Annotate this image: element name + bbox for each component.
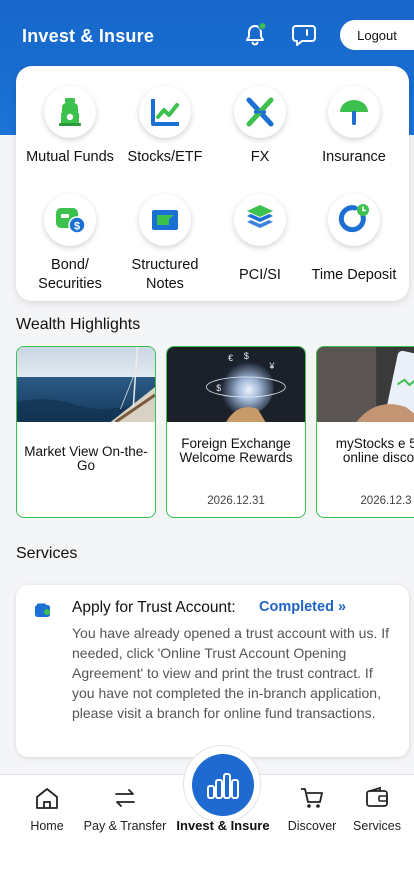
- svg-text:$: $: [244, 351, 249, 361]
- product-bond-securities[interactable]: $ Bond/ Securities: [22, 194, 118, 294]
- nav-label: Pay & Transfer: [83, 819, 167, 833]
- services-title: Services: [16, 545, 78, 562]
- bar-chart-icon: [192, 754, 254, 816]
- product-stocks-etf[interactable]: Stocks/ETF: [117, 86, 213, 167]
- wealth-card[interactable]: myStocks e 50% online discoun 2026.12.3: [316, 346, 414, 518]
- product-label: PCI/SI: [239, 267, 281, 283]
- wealth-card[interactable]: Market View On-the- Go: [16, 346, 156, 518]
- wealth-card-title: Market View On-the- Go: [24, 444, 148, 473]
- cart-icon: [301, 788, 323, 808]
- product-grid: Mutual Funds Stocks/ETF FX Insurance $ B…: [16, 66, 409, 301]
- home-icon: [36, 788, 58, 809]
- nav-discover[interactable]: Discover: [284, 785, 340, 833]
- chat-icon[interactable]: [290, 22, 318, 48]
- transfer-icon: [115, 789, 135, 807]
- product-label: Insurance: [322, 149, 386, 165]
- product-label: Structured Notes: [131, 257, 199, 292]
- product-label: Time Deposit: [311, 267, 397, 283]
- page-title: Invest & Insure: [22, 26, 155, 46]
- bond-coin-icon: $: [44, 194, 96, 246]
- wealth-card-title: myStocks e 50% online discoun: [335, 436, 414, 465]
- nav-invest-insure[interactable]: [183, 745, 261, 823]
- nav-home[interactable]: Home: [28, 785, 66, 833]
- svg-text:$: $: [74, 221, 80, 233]
- wallet-icon: [366, 786, 388, 807]
- wealth-highlights-title: Wealth Highlights: [16, 316, 141, 333]
- logout-button[interactable]: Logout: [340, 20, 414, 50]
- sailing-image: [17, 347, 155, 422]
- nav-label: Services: [353, 819, 401, 833]
- globe-currency-image: € $ ¥ $: [167, 347, 305, 422]
- nav-pay-transfer[interactable]: Pay & Transfer: [82, 785, 168, 833]
- wealth-carousel[interactable]: Market View On-the- Go € $ ¥ $ Foreign E…: [16, 346, 414, 518]
- product-fx[interactable]: FX: [212, 86, 308, 167]
- product-label: Mutual Funds: [26, 149, 114, 165]
- product-label: FX: [250, 149, 270, 165]
- product-insurance[interactable]: Insurance: [306, 86, 402, 167]
- wealth-card-date: 2026.12.3: [360, 495, 412, 507]
- product-mutual-funds[interactable]: Mutual Funds: [22, 86, 118, 167]
- product-label: Bond/ Securities: [38, 257, 102, 292]
- svg-text:€: €: [228, 353, 233, 363]
- wealth-card-date: 2026.12.31: [207, 495, 265, 507]
- svg-text:$: $: [216, 383, 221, 393]
- product-pci-si[interactable]: PCI/SI: [212, 194, 308, 285]
- service-description: You have already opened a trust account …: [72, 625, 390, 721]
- clock-ring-icon: [328, 194, 380, 246]
- wealth-card-title: Foreign Exchange Welcome Rewards: [179, 436, 293, 465]
- phone-stocks-image: [317, 347, 414, 422]
- bell-icon[interactable]: [242, 21, 268, 48]
- money-bag-icon: [44, 86, 96, 138]
- umbrella-icon: [328, 86, 380, 138]
- line-chart-icon: [139, 86, 191, 138]
- product-time-deposit[interactable]: Time Deposit: [306, 194, 402, 285]
- layers-icon: [234, 194, 286, 246]
- fx-cross-icon: [234, 86, 286, 138]
- note-icon: [139, 194, 191, 246]
- nav-label-active: Invest & Insure: [176, 818, 270, 833]
- nav-label: Home: [30, 819, 64, 833]
- wallet-card-icon: [34, 603, 52, 619]
- trust-account-card[interactable]: Apply for Trust Account: Completed » You…: [16, 585, 409, 757]
- product-structured-notes[interactable]: Structured Notes: [117, 194, 213, 294]
- service-status-link[interactable]: Completed »: [259, 599, 346, 615]
- product-label: Stocks/ETF: [127, 149, 203, 165]
- service-title: Apply for Trust Account:: [72, 599, 236, 616]
- wealth-card[interactable]: € $ ¥ $ Foreign Exchange Welcome Rewards…: [166, 346, 306, 518]
- nav-services[interactable]: Services: [352, 785, 402, 833]
- nav-label: Discover: [287, 819, 337, 833]
- svg-text:¥: ¥: [269, 361, 275, 371]
